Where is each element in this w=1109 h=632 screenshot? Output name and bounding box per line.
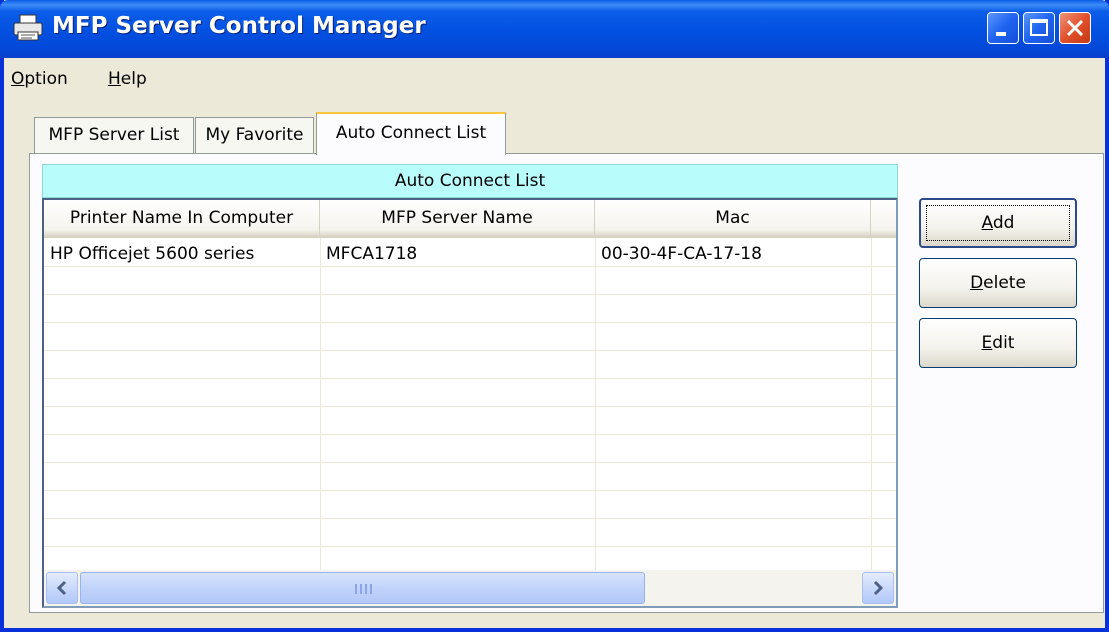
close-button[interactable] <box>1059 12 1091 44</box>
tab-auto-connect-list[interactable]: Auto Connect List <box>316 112 506 155</box>
column-header-mac[interactable]: Mac <box>595 200 871 238</box>
scroll-right-button[interactable] <box>862 572 894 604</box>
main-window: MFP Server Control Manager Option Help M… <box>0 0 1109 632</box>
row-divider <box>44 378 896 379</box>
tab-mfp-server-list[interactable]: MFP Server List <box>34 117 194 153</box>
minimize-button[interactable] <box>987 12 1019 44</box>
maximize-icon <box>1030 19 1048 36</box>
cell-mfp-server-name: MFCA1718 <box>326 244 418 264</box>
minimize-icon <box>996 32 1006 36</box>
tab-my-favorite[interactable]: My Favorite <box>195 117 314 153</box>
scroll-thumb[interactable] <box>80 572 645 604</box>
column-header-extra[interactable] <box>871 200 896 238</box>
row-divider <box>44 294 896 295</box>
column-divider <box>871 238 872 570</box>
grip-icon <box>355 584 372 594</box>
column-header-mfp-server-name[interactable]: MFP Server Name <box>320 200 595 238</box>
row-divider <box>44 322 896 323</box>
row-divider <box>44 546 896 547</box>
chevron-right-icon <box>873 580 884 596</box>
row-divider <box>44 462 896 463</box>
maximize-button[interactable] <box>1023 12 1055 44</box>
menu-help[interactable]: Help <box>108 69 147 89</box>
menu-bar: Option Help <box>4 58 1105 98</box>
horizontal-scrollbar[interactable] <box>44 570 896 606</box>
add-button[interactable]: Add <box>919 198 1077 248</box>
row-divider <box>44 350 896 351</box>
chevron-left-icon <box>56 580 67 596</box>
close-icon <box>1066 19 1084 37</box>
title-bar[interactable]: MFP Server Control Manager <box>0 0 1109 58</box>
row-divider <box>44 434 896 435</box>
column-divider <box>320 238 321 570</box>
cell-printer-name: HP Officejet 5600 series <box>50 244 255 264</box>
column-divider <box>595 238 596 570</box>
edit-button[interactable]: Edit <box>919 318 1077 368</box>
scroll-left-button[interactable] <box>46 572 78 604</box>
auto-connect-table[interactable]: Printer Name In Computer MFP Server Name… <box>42 198 898 608</box>
cell-mac: 00-30-4F-CA-17-18 <box>601 244 762 264</box>
window-title: MFP Server Control Manager <box>52 13 426 39</box>
delete-button[interactable]: Delete <box>919 258 1077 308</box>
focus-rect <box>926 205 1070 241</box>
panel-header: Auto Connect List <box>42 164 898 198</box>
column-header-printer-name[interactable]: Printer Name In Computer <box>44 200 320 238</box>
printer-icon <box>13 14 43 41</box>
row-divider <box>44 518 896 519</box>
menu-option[interactable]: Option <box>11 69 68 89</box>
row-divider <box>44 490 896 491</box>
row-divider <box>44 266 896 267</box>
row-divider <box>44 406 896 407</box>
